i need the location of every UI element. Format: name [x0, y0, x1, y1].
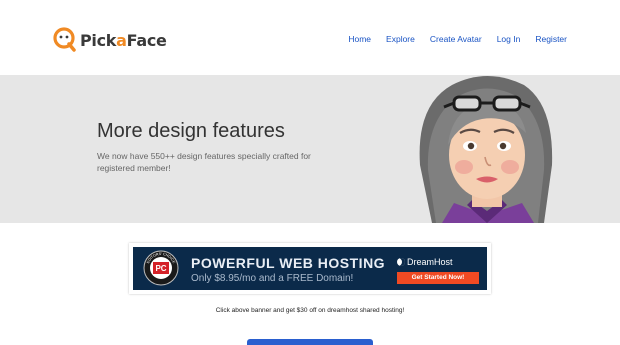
site-header: PickaFace Home Explore Create Avatar Log… [0, 0, 620, 75]
ad-headline: POWERFUL WEB HOSTING [191, 255, 386, 271]
logo-wordmark: PickaFace [80, 31, 167, 50]
nav-create-avatar[interactable]: Create Avatar [430, 34, 482, 44]
hero-section: More design features We now have 550++ d… [0, 75, 620, 223]
partial-bottom-button[interactable] [247, 339, 373, 345]
badge-text: PC [155, 264, 166, 273]
award-badge-icon: PC EDITORS' CHOICE [143, 250, 179, 286]
logo-text-face: Face [126, 30, 167, 50]
get-started-button[interactable]: Get Started Now! [397, 272, 479, 284]
dreamhost-brand-text: DreamHost [407, 257, 453, 267]
ad-offer: Only $8.95/mo and a FREE Domain! [191, 273, 354, 284]
pc-editors-choice-badge: PC EDITORS' CHOICE [143, 250, 179, 286]
nav-register[interactable]: Register [535, 34, 567, 44]
site-logo[interactable]: PickaFace [53, 27, 167, 53]
nav-log-in[interactable]: Log In [497, 34, 521, 44]
pickaface-logo-icon [53, 27, 76, 52]
dreamhost-brand: DreamHost [397, 257, 453, 267]
hero-subtitle: We now have 550++ design features specia… [97, 151, 311, 173]
avatar-illustration [419, 76, 553, 223]
dreamhost-ad-banner[interactable]: PC EDITORS' CHOICE POWERFUL WEB HOSTING … [129, 243, 491, 294]
logo-text-a: a [116, 30, 127, 50]
dreamhost-moon-icon [397, 258, 405, 266]
nav-explore[interactable]: Explore [386, 34, 415, 44]
nav-home[interactable]: Home [348, 34, 371, 44]
main-nav: Home Explore Create Avatar Log In Regist… [333, 34, 567, 44]
banner-caption: Click above banner and get $30 off on dr… [215, 307, 405, 314]
ad-content: PC EDITORS' CHOICE POWERFUL WEB HOSTING … [133, 247, 487, 290]
hero-title: More design features [97, 120, 285, 142]
logo-text-pick: Pick [80, 30, 117, 50]
